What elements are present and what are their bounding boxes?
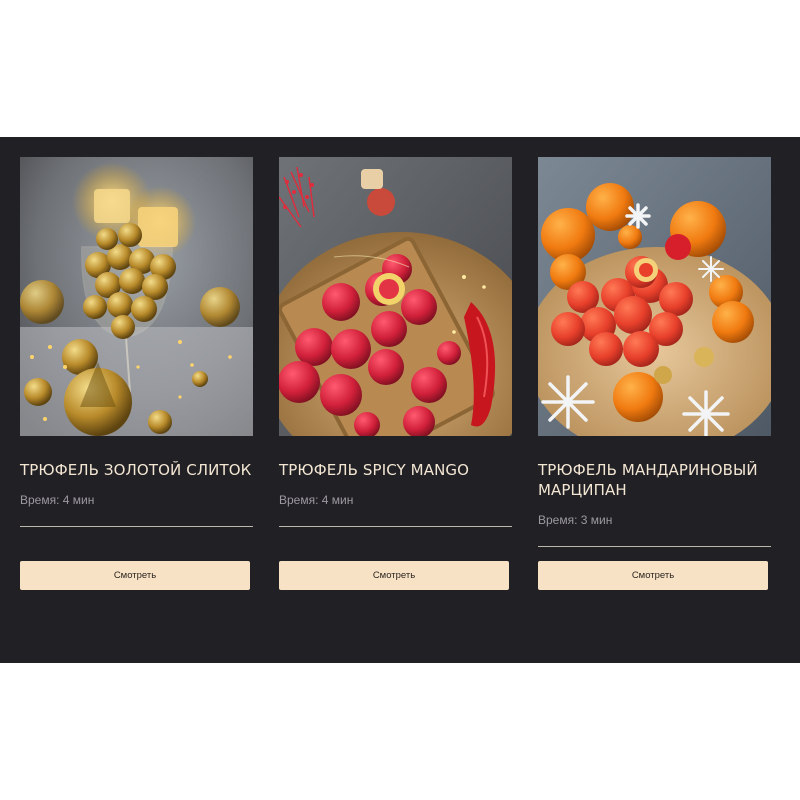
recipe-time: Время: 4 мин [20,493,95,507]
divider [20,526,253,527]
recipe-title[interactable]: Трюфель Spicy Mango [279,460,512,480]
recipe-card: Трюфель Золотой слиток Время: 4 мин Смот… [20,157,253,590]
recipe-title[interactable]: Трюфель Мандариновый марципан [538,460,771,500]
view-button[interactable]: Смотреть [538,561,768,590]
view-button[interactable]: Смотреть [279,561,509,590]
recipe-photo-tangerine-truffles[interactable] [538,157,771,436]
view-button[interactable]: Смотреть [20,561,250,590]
recipe-photo-gold-truffles[interactable] [20,157,253,436]
divider [279,526,512,527]
recipes-section: Трюфель Золотой слиток Время: 4 мин Смот… [0,137,800,663]
recipe-card: Трюфель Spicy Mango Время: 4 мин Смотрет… [279,157,512,590]
recipe-card: Трюфель Мандариновый марципан Время: 3 м… [538,157,771,590]
recipe-time: Время: 3 мин [538,513,613,527]
divider [538,546,771,547]
recipe-time: Время: 4 мин [279,493,354,507]
recipe-title[interactable]: Трюфель Золотой слиток [20,460,253,480]
recipe-photo-red-truffles[interactable] [279,157,512,436]
